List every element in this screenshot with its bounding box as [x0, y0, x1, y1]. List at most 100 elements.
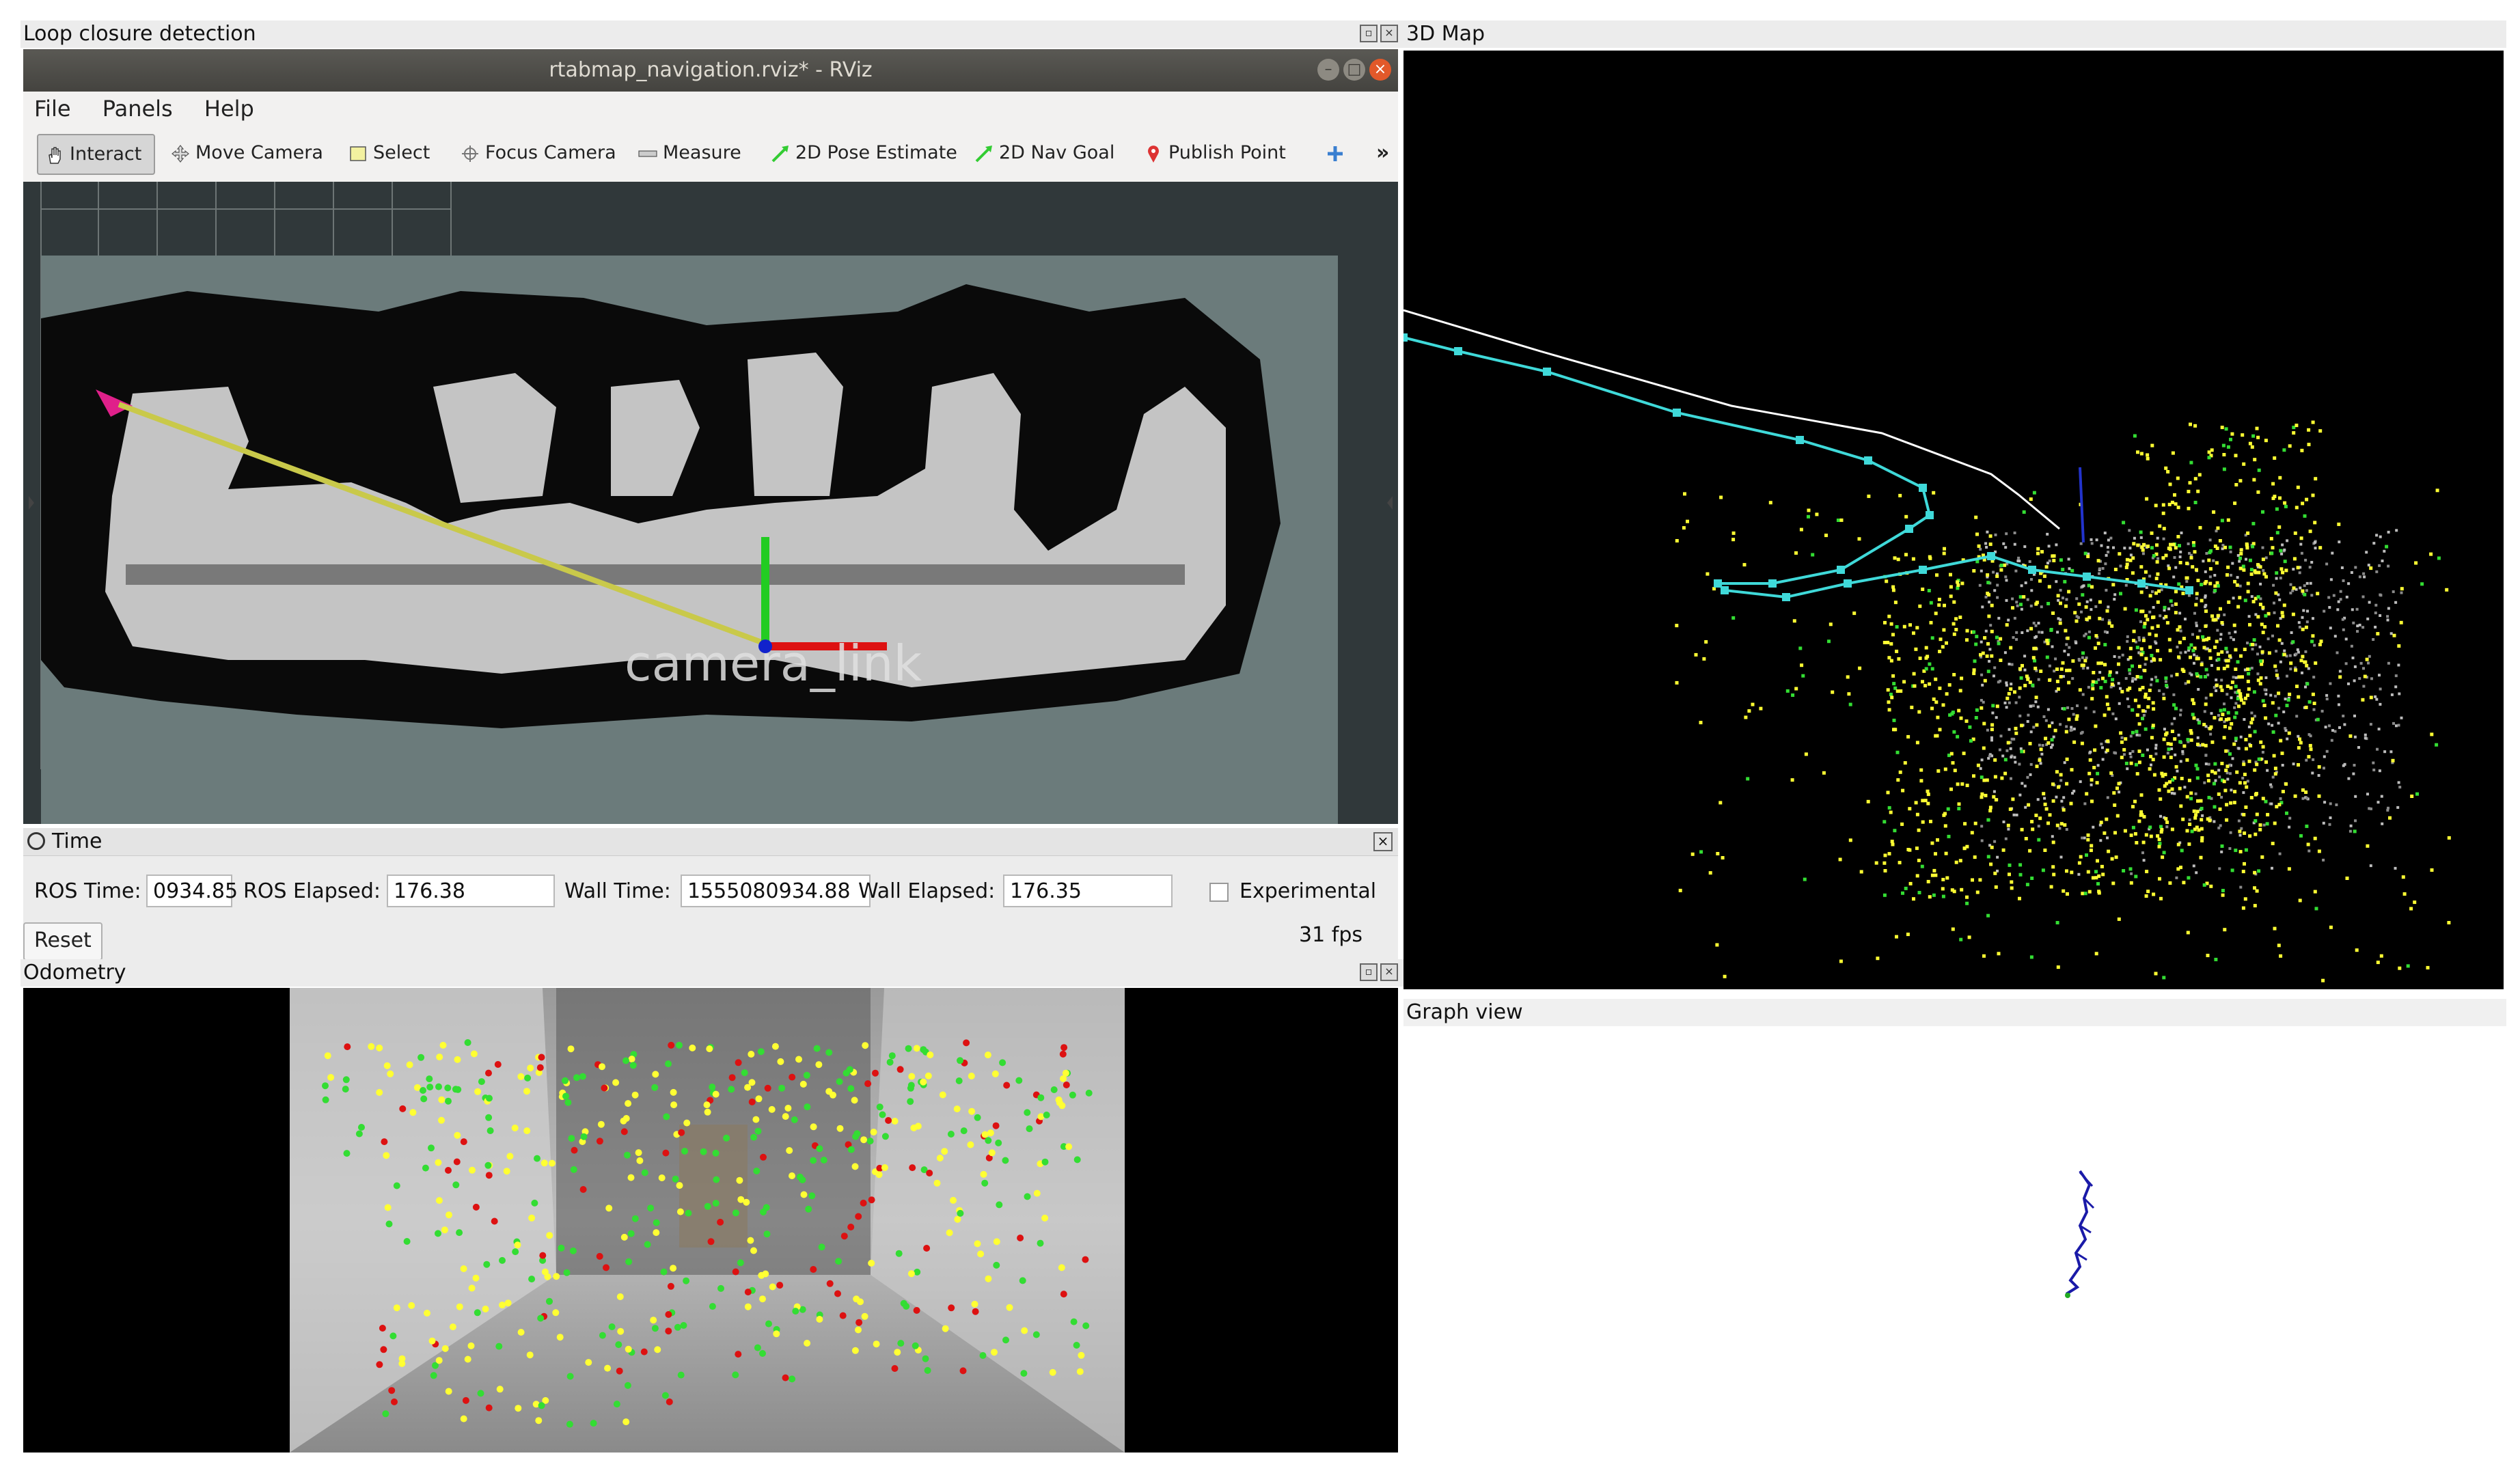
- feature-point: [417, 1054, 425, 1061]
- cloud-point: [2361, 626, 2365, 629]
- close-icon[interactable]: ×: [1373, 832, 1393, 851]
- feature-point: [1926, 801, 1930, 806]
- cloud-point: [2018, 696, 2021, 699]
- feature-point: [389, 1332, 397, 1340]
- feature-point: [2074, 717, 2079, 721]
- publish-point-button[interactable]: Publish Point: [1144, 134, 1286, 172]
- cloud-point: [2327, 724, 2331, 728]
- feature-point: [2126, 688, 2130, 692]
- cloud-point: [2274, 694, 2277, 698]
- odometry-camera-view[interactable]: [23, 988, 1398, 1453]
- cloud-point: [2234, 631, 2237, 633]
- feature-point: [1934, 873, 1938, 877]
- feature-point: [368, 1043, 375, 1050]
- cloud-point: [2120, 736, 2124, 739]
- odometry-feature-image: [23, 988, 1398, 1453]
- experimental-checkbox[interactable]: [1209, 883, 1229, 902]
- cloud-point: [2094, 605, 2098, 608]
- feature-point: [2158, 524, 2162, 528]
- menu-file[interactable]: File: [34, 92, 71, 126]
- feature-point: [2150, 531, 2154, 535]
- cloud-point: [2250, 666, 2254, 670]
- focus-camera-button[interactable]: Focus Camera: [461, 134, 616, 172]
- feature-point: [2201, 743, 2205, 747]
- feature-point: [1999, 564, 2003, 567]
- wall-time-field[interactable]: 1555080934.88: [681, 875, 871, 907]
- feature-point: [355, 1130, 363, 1138]
- feature-point: [620, 1128, 628, 1135]
- feature-point: [2177, 655, 2181, 659]
- focus-camera-label: Focus Camera: [485, 142, 616, 163]
- float-icon[interactable]: ▫: [1360, 25, 1378, 42]
- feature-point: [2211, 618, 2215, 622]
- cloud-point: [2238, 560, 2241, 563]
- menu-panels[interactable]: Panels: [102, 92, 173, 126]
- maximize-icon[interactable]: □: [1343, 59, 1365, 81]
- graph-edges: [2065, 1170, 2092, 1295]
- feature-point: [2108, 670, 2112, 674]
- map3d-view[interactable]: [1403, 51, 2504, 989]
- menu-help[interactable]: Help: [204, 92, 254, 126]
- feature-point: [2264, 799, 2268, 803]
- feature-point: [2170, 787, 2174, 791]
- close-icon[interactable]: ×: [1369, 59, 1391, 81]
- pose-estimate-button[interactable]: 2D Pose Estimate: [771, 134, 957, 172]
- cloud-point: [2032, 622, 2036, 624]
- cloud-point: [2305, 581, 2309, 585]
- feature-point: [2047, 585, 2051, 589]
- feature-point: [1930, 667, 1934, 671]
- close-icon[interactable]: ×: [1380, 25, 1398, 42]
- ros-time-field[interactable]: 0934.85: [146, 875, 238, 907]
- feature-point: [2223, 928, 2227, 932]
- close-icon[interactable]: ×: [1380, 963, 1398, 981]
- feature-point: [1699, 850, 1703, 854]
- interact-button[interactable]: Interact: [37, 134, 156, 175]
- feature-point: [2238, 692, 2243, 696]
- feature-point: [1921, 680, 1924, 684]
- feature-point: [393, 1182, 400, 1189]
- rviz-window-titlebar[interactable]: rtabmap_navigation.rviz* - RViz – □ ×: [23, 49, 1398, 92]
- cloud-point: [2301, 671, 2303, 674]
- reset-button[interactable]: Reset: [23, 922, 102, 961]
- cloud-point: [2101, 758, 2105, 761]
- feature-point: [2180, 667, 2185, 672]
- rviz-3d-viewport[interactable]: camera_link: [23, 182, 1398, 824]
- feature-point: [905, 1045, 912, 1052]
- move-camera-button[interactable]: Move Camera: [171, 134, 323, 172]
- feature-point: [778, 1084, 786, 1092]
- float-icon[interactable]: ▫: [1360, 963, 1378, 981]
- cloud-point: [1992, 570, 1995, 574]
- feature-point: [2191, 713, 2195, 717]
- select-button[interactable]: Select: [348, 134, 430, 172]
- feature-point: [2447, 836, 2451, 840]
- measure-button[interactable]: Measure: [638, 134, 741, 172]
- feature-point: [2137, 704, 2141, 708]
- cloud-point: [2065, 828, 2068, 831]
- trajectory-node: [1919, 484, 1927, 492]
- feature-point: [527, 1064, 534, 1072]
- feature-point: [1965, 784, 1969, 788]
- wall-elapsed-field[interactable]: 176.35: [1003, 875, 1173, 907]
- add-tool-button[interactable]: [1326, 134, 1350, 172]
- feature-point: [2161, 511, 2165, 515]
- feature-point: [993, 1261, 1000, 1269]
- ros-elapsed-field[interactable]: 176.38: [387, 875, 555, 907]
- feature-point: [2131, 708, 2135, 712]
- feature-point: [1891, 674, 1895, 678]
- feature-point: [2257, 869, 2261, 873]
- feature-point: [2220, 844, 2224, 848]
- nav-goal-button[interactable]: 2D Nav Goal: [974, 134, 1114, 172]
- cloud-point: [2154, 747, 2158, 750]
- feature-point: [2258, 565, 2262, 569]
- toolbar-overflow-icon[interactable]: »: [1376, 134, 1389, 172]
- feature-point: [2275, 805, 2279, 809]
- feature-point: [2152, 554, 2156, 558]
- feature-point: [2059, 773, 2063, 777]
- cloud-point: [2033, 636, 2037, 639]
- cloud-point: [2273, 601, 2275, 605]
- feature-point: [2204, 702, 2208, 706]
- minimize-icon[interactable]: –: [1317, 59, 1339, 81]
- feature-point: [683, 1119, 691, 1127]
- graph-view-canvas[interactable]: [1403, 1028, 2504, 1453]
- feature-point: [2228, 726, 2232, 730]
